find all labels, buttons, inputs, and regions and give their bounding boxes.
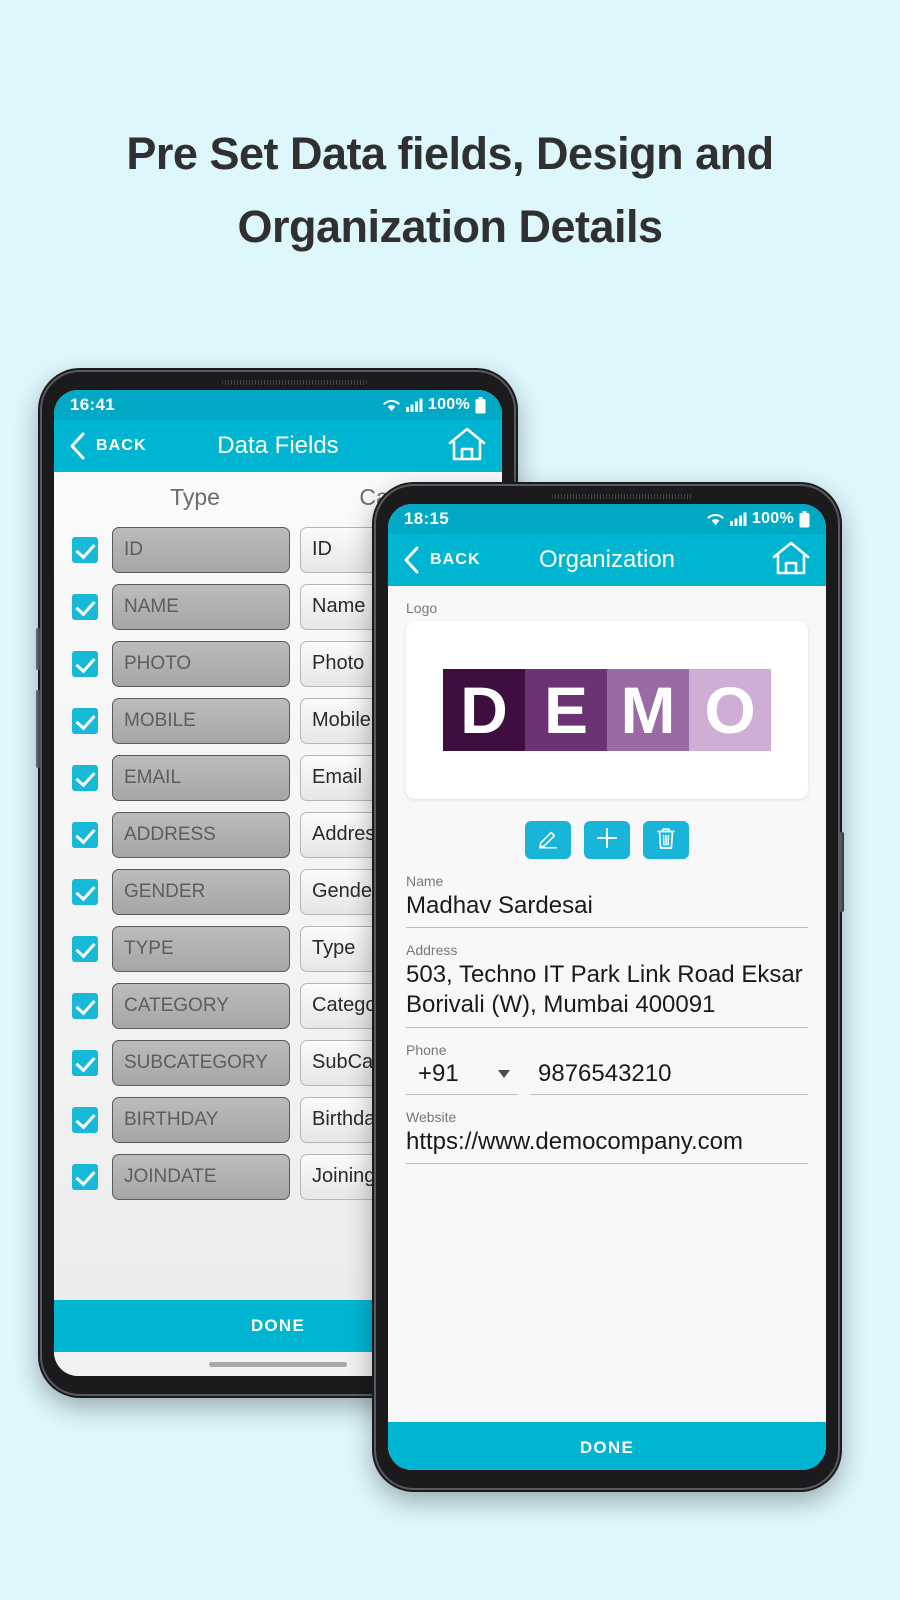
row-checkbox[interactable]: [72, 1049, 98, 1076]
status-time: 16:41: [70, 395, 115, 414]
row-checkbox[interactable]: [72, 1163, 98, 1190]
field-type-input[interactable]: BIRTHDAY: [112, 1096, 290, 1143]
logo-tile: M: [607, 669, 689, 751]
row-checkbox[interactable]: [72, 593, 98, 620]
add-logo-button[interactable]: [584, 821, 630, 859]
done-button[interactable]: DONE: [388, 1422, 826, 1470]
status-bar: 16:41 100%: [54, 390, 502, 420]
page-title: Pre Set Data fields, Design and Organiza…: [126, 128, 774, 252]
chevron-down-icon: [498, 1069, 510, 1078]
logo-label: Logo: [406, 600, 438, 616]
row-checkbox[interactable]: [72, 878, 98, 905]
right-phone-screen: 18:15 100% BACK Organization Logo D E M …: [388, 504, 826, 1470]
app-bar: BACK Organization: [388, 534, 826, 586]
row-checkbox[interactable]: [72, 992, 98, 1019]
app-bar: BACK Data Fields: [54, 420, 502, 472]
field-type-input[interactable]: TYPE: [112, 925, 290, 972]
delete-logo-button[interactable]: [643, 821, 689, 859]
field-type-input[interactable]: GENDER: [112, 868, 290, 915]
logo-tile: O: [689, 669, 771, 751]
home-button[interactable]: [446, 425, 488, 468]
row-checkbox[interactable]: [72, 1106, 98, 1133]
field-type-input[interactable]: SUBCATEGORY: [112, 1039, 290, 1086]
edit-logo-button[interactable]: [525, 821, 571, 859]
phone-label: Phone: [406, 1041, 447, 1058]
country-code-select[interactable]: +91: [406, 1060, 518, 1095]
name-label: Name: [406, 873, 444, 889]
signal-icon: [405, 398, 423, 412]
country-code-value: +91: [418, 1059, 459, 1087]
row-checkbox[interactable]: [72, 764, 98, 791]
field-type-input[interactable]: JOINDATE: [112, 1153, 290, 1200]
address-label: Address: [406, 942, 458, 959]
logo-action-buttons: [406, 821, 808, 859]
right-phone-mockup: 18:15 100% BACK Organization Logo D E M …: [372, 482, 844, 1492]
back-label: BACK: [96, 437, 147, 454]
field-type-input[interactable]: MOBILE: [112, 697, 290, 744]
chevron-left-icon: [70, 432, 85, 460]
earpiece-grille: [552, 494, 692, 499]
battery-icon: [475, 396, 486, 413]
back-button[interactable]: BACK: [68, 431, 147, 461]
trash-icon: [655, 826, 677, 855]
field-type-input[interactable]: ADDRESS: [112, 811, 290, 858]
website-label: Website: [406, 1108, 457, 1125]
wifi-icon: [707, 513, 724, 525]
field-type-input[interactable]: PHOTO: [112, 640, 290, 687]
row-checkbox[interactable]: [72, 536, 98, 563]
earpiece-grille: [222, 380, 367, 385]
plus-icon: [595, 826, 619, 855]
home-icon: [772, 541, 810, 574]
home-button[interactable]: [770, 539, 812, 582]
address-field[interactable]: Address 503, Techno IT Park Link Road Ek…: [406, 942, 808, 1028]
phone-number-input[interactable]: 9876543210: [530, 1060, 808, 1095]
demo-logo: DEMO: [443, 669, 771, 751]
field-type-input[interactable]: ID: [112, 526, 290, 573]
column-header-type: Type: [170, 484, 220, 510]
battery-icon: [799, 510, 810, 527]
pencil-icon: [537, 827, 559, 854]
field-type-input[interactable]: EMAIL: [112, 754, 290, 801]
phone-volume-button: [36, 690, 41, 768]
row-checkbox[interactable]: [72, 650, 98, 677]
name-value: Madhav Sardesai: [406, 891, 808, 929]
nav-gesture-pill[interactable]: [209, 1361, 347, 1367]
logo-tile: E: [525, 669, 607, 751]
address-value: 503, Techno IT Park Link Road Eksar Bori…: [406, 960, 808, 1028]
signal-icon: [729, 512, 747, 526]
battery-percent: 100%: [751, 510, 794, 527]
row-checkbox[interactable]: [72, 821, 98, 848]
wifi-icon: [383, 399, 400, 411]
status-time: 18:15: [404, 509, 449, 528]
logo-image[interactable]: DEMO: [406, 621, 808, 799]
row-checkbox[interactable]: [72, 707, 98, 734]
status-bar: 18:15 100%: [388, 504, 826, 534]
field-type-input[interactable]: CATEGORY: [112, 982, 290, 1029]
field-type-input[interactable]: NAME: [112, 583, 290, 630]
website-field[interactable]: Website https://www.democompany.com: [406, 1109, 808, 1164]
phone-field: Phone +91 9876543210: [406, 1042, 808, 1095]
row-checkbox[interactable]: [72, 935, 98, 962]
back-label: BACK: [430, 551, 481, 568]
battery-percent: 100%: [427, 396, 470, 413]
phone-side-button: [36, 628, 41, 670]
phone-side-button: [839, 832, 844, 912]
back-button[interactable]: BACK: [402, 545, 481, 575]
logo-tile: D: [443, 669, 525, 751]
chevron-left-icon: [404, 546, 419, 574]
name-field[interactable]: Name Madhav Sardesai: [406, 873, 808, 929]
organization-form: Logo DEMO Name Madhav Sardesai Address 5…: [388, 586, 826, 1422]
home-icon: [448, 427, 486, 460]
website-value: https://www.democompany.com: [406, 1127, 808, 1164]
